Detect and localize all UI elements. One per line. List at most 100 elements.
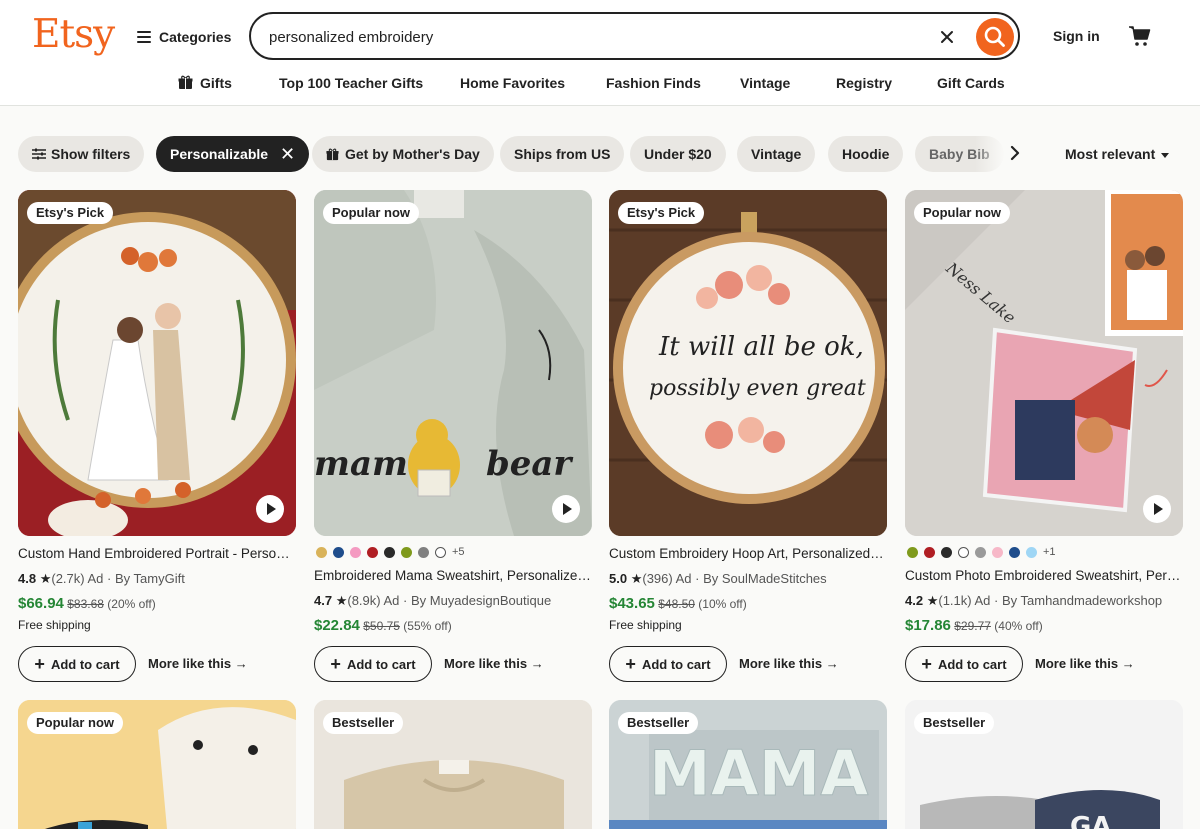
discount: (40% off) [994,619,1043,633]
product-title[interactable]: Custom Embroidery Hoop Art, Personalized… [609,546,887,561]
sort-dropdown[interactable]: Most relevant [1065,146,1170,162]
discount: (20% off) [107,597,156,611]
search-button[interactable] [976,18,1014,56]
arrow-right-icon: → [530,656,544,671]
show-filters-button[interactable]: Show filters [18,136,145,172]
search-icon [984,26,1005,47]
svg-text:It will all be ok,: It will all be ok, [658,332,864,362]
swatch-more: +5 [452,546,465,558]
price-line: $22.84 $50.75 (55% off) [314,617,452,634]
ad-label: Ad [87,571,104,586]
ad-label: Ad [974,593,991,608]
nav-item-fashion-finds[interactable]: Fashion Finds [606,75,701,91]
product-image[interactable]: mama bear Popular now [314,190,592,536]
nav-item-home-favorites[interactable]: Home Favorites [460,75,565,91]
rating-value: 5.0 [609,571,628,586]
badge: Popular now [27,712,123,734]
badge: Popular now [914,202,1010,224]
seller-name[interactable]: By MuyadesignBoutique [411,593,551,608]
nav-item-teacher-gifts[interactable]: Top 100 Teacher Gifts [279,75,423,91]
seller-name[interactable]: By TamyGift [115,571,185,586]
svg-text:GA: GA [1070,812,1111,829]
rating-value: 4.7 [314,593,333,608]
sweatshirt-image: mama bear [314,190,592,536]
close-icon[interactable]: ✕ [280,144,295,165]
more-like-this-link[interactable]: More like this → [148,656,248,671]
more-like-this-link[interactable]: More like this → [739,656,839,671]
product-image[interactable]: MAMA Bestseller [609,700,887,829]
price-line: $43.65 $48.50 (10% off) [609,595,747,612]
product-image[interactable]: Bestseller [314,700,592,829]
rating-line: 5.0 ★(396) Ad · By SoulMadeStitches [609,571,827,586]
swatch [316,546,327,558]
product-image[interactable]: GA Bestseller [905,700,1183,829]
swatch [907,546,918,558]
review-count: (1.1k) [938,593,972,608]
more-like-this-link[interactable]: More like this → [1035,656,1135,671]
sign-in-link[interactable]: Sign in [1053,28,1100,44]
nav-item-gifts[interactable]: Gifts [200,75,232,91]
filter-chip-personalizable[interactable]: Personalizable ✕ [156,136,310,172]
product-image[interactable]: It will all be ok, possibly even great E… [609,190,887,536]
filter-chip-hoodie[interactable]: Hoodie [828,136,904,172]
filter-chip-under-20[interactable]: Under $20 [630,136,726,172]
ad-label: Ad [675,571,692,586]
swatch [992,546,1003,558]
play-icon[interactable] [1143,495,1171,523]
search-input[interactable] [269,26,909,48]
cart-icon[interactable] [1128,24,1152,48]
product-title[interactable]: Embroidered Mama Sweatshirt, Personalize… [314,568,592,583]
chevron-right-icon[interactable] [1005,143,1025,163]
filter-chip-ships-from-us[interactable]: Ships from US [500,136,625,172]
swatch [367,546,378,558]
swatch [924,546,935,558]
plus-icon: + [330,654,341,674]
more-like-this-label: More like this [444,656,528,671]
swatch [1009,546,1020,558]
product-image[interactable]: Ness Lake Popular now [905,190,1183,536]
add-to-cart-button[interactable]: + Add to cart [905,646,1023,682]
product-image[interactable]: Popular now [18,700,296,829]
add-to-cart-button[interactable]: + Add to cart [314,646,432,682]
etsy-logo[interactable]: Etsy [32,12,115,57]
play-icon[interactable] [552,495,580,523]
swatch [435,546,446,558]
free-shipping: Free shipping [609,618,682,632]
product-image[interactable]: Etsy's Pick [18,190,296,536]
rating-line: 4.8 ★(2.7k) Ad · By TamyGift [18,571,185,586]
categories-label: Categories [159,29,232,45]
product-title[interactable]: Custom Hand Embroidered Portrait - Perso… [18,546,296,561]
chip-fade [975,136,1005,172]
star-icon: ★ [926,593,939,608]
nav-item-vintage[interactable]: Vintage [740,75,790,91]
add-to-cart-label: Add to cart [50,656,120,672]
price: $43.65 [609,595,655,612]
nav-item-registry[interactable]: Registry [836,75,892,91]
color-swatches: +1 [907,546,1056,558]
site-header: Etsy Categories Sign in Gifts Top 100 Te… [0,0,1200,106]
swatch [333,546,344,558]
more-like-this-link[interactable]: More like this → [444,656,544,671]
swatch-more: +1 [1043,546,1056,558]
discount: (10% off) [698,597,747,611]
gift-icon [326,148,339,160]
seller-name[interactable]: By Tamhandmadeworkshop [1002,593,1162,608]
play-icon[interactable] [256,495,284,523]
swatch [401,546,412,558]
color-swatches: +5 [316,546,465,558]
filter-chip-mothers-day[interactable]: Get by Mother's Day [312,136,494,172]
categories-button[interactable]: Categories [137,26,231,48]
add-to-cart-button[interactable]: + Add to cart [609,646,727,682]
close-icon[interactable] [937,27,957,47]
add-to-cart-button[interactable]: + Add to cart [18,646,136,682]
badge: Bestseller [914,712,995,734]
seller-name[interactable]: By SoulMadeStitches [703,571,827,586]
plus-icon: + [34,654,45,674]
nav-item-gift-cards[interactable]: Gift Cards [937,75,1005,91]
star-icon: ★ [39,571,52,586]
add-to-cart-label: Add to cart [937,656,1007,672]
product-title[interactable]: Custom Photo Embroidered Sweatshirt, Per… [905,568,1183,583]
photo-sweatshirt-image: Ness Lake [905,190,1183,536]
filter-chip-vintage[interactable]: Vintage [737,136,816,172]
review-count: (396) [642,571,673,586]
